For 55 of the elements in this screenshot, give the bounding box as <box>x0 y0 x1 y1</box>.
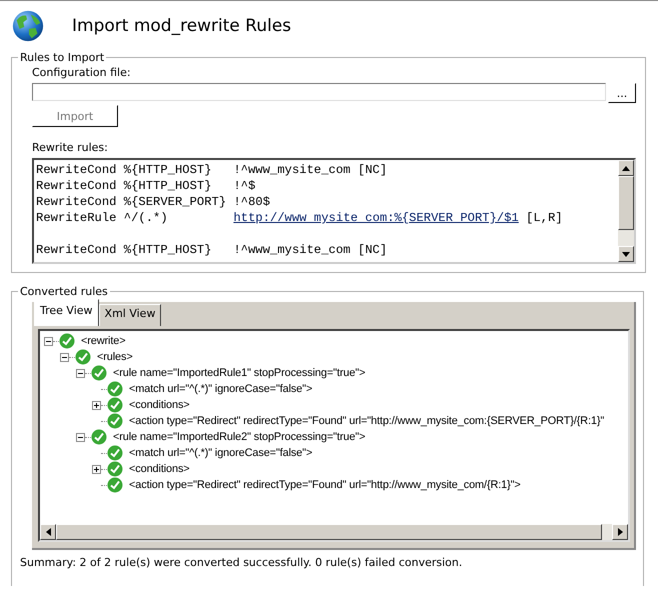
check-icon <box>59 333 75 349</box>
tree-item[interactable]: <action type="Redirect" redirectType="Found" url="http://www_mysite_com/{R:1}"> <box>129 479 521 491</box>
group-title: Converted rules <box>19 285 109 298</box>
code-text: RewriteCond %{HTTP_HOST} !^www_mysite_com [NC] <box>36 163 388 177</box>
collapse-icon[interactable] <box>76 432 85 442</box>
scroll-right-button[interactable] <box>612 524 628 540</box>
expand-icon[interactable] <box>92 400 101 410</box>
check-icon <box>75 349 91 365</box>
check-icon <box>91 429 107 445</box>
check-icon <box>107 381 123 397</box>
group-title: Rules to Import <box>19 51 106 64</box>
link[interactable]: http://www mysite com:%{SERVER PORT}/$1 <box>233 211 519 225</box>
code-text: RewriteRule ^/(.*) <box>36 211 169 225</box>
collapse-icon[interactable] <box>44 336 53 346</box>
globe-icon <box>11 9 45 43</box>
check-icon <box>107 397 123 413</box>
tree-item[interactable]: <conditions> <box>129 399 190 411</box>
left-arrow-icon <box>46 528 50 536</box>
summary-text: Summary: 2 of 2 rule(s) were converted successfully. 0 rule(s) failed conversion. <box>20 556 464 569</box>
check-icon <box>107 445 123 461</box>
code-text: [L,R] <box>525 211 563 225</box>
tree-item[interactable]: <action type="Redirect" redirectType="Found" url="http://www_mysite_com:{SERVER_PORT}/{R:1}" <box>129 415 604 427</box>
collapse-icon[interactable] <box>60 352 69 362</box>
window-title: Import mod_rewrite Rules <box>72 16 292 36</box>
text-area[interactable] <box>32 158 636 264</box>
scroll-left-button[interactable] <box>40 524 56 540</box>
right-arrow-icon <box>618 528 622 536</box>
scroll-up-button[interactable] <box>618 160 634 176</box>
field-label: Rewrite rules: <box>32 141 108 154</box>
check-icon <box>91 365 107 381</box>
code-text: RewriteCond %{SERVER_PORT} !^80$ <box>36 195 270 209</box>
check-icon <box>107 413 123 429</box>
code-text: RewriteCond %{HTTP_HOST} !^www_mysite_com [NC] <box>36 243 388 257</box>
tree-item[interactable]: <rewrite> <box>81 335 126 347</box>
tree-item[interactable]: <rule name="ImportedRule2" stopProcessing="true"> <box>113 431 366 443</box>
code-text: RewriteCond %{HTTP_HOST} !^$ <box>36 179 256 193</box>
browse-button[interactable]: ... <box>608 83 636 103</box>
tab[interactable]: Xml View <box>98 304 162 326</box>
check-icon <box>107 477 123 493</box>
scrollbar-thumb[interactable] <box>618 176 634 230</box>
tree-item[interactable]: <rule name="ImportedRule1" stopProcessing="true"> <box>113 367 366 379</box>
tab[interactable]: Tree View <box>34 299 99 326</box>
expand-icon[interactable] <box>92 464 101 474</box>
collapse-icon[interactable] <box>76 368 85 378</box>
input-field[interactable] <box>32 83 606 101</box>
up-arrow-icon <box>622 166 630 170</box>
tree-item[interactable]: <match url="^(.*)" ignoreCase="false"> <box>129 383 312 395</box>
down-arrow-icon <box>622 252 630 256</box>
tree-item[interactable]: <conditions> <box>129 463 190 475</box>
scrollbar-thumb[interactable] <box>56 524 602 540</box>
field-label: Configuration file: <box>32 66 131 79</box>
scroll-down-button[interactable] <box>618 246 634 262</box>
tree-item[interactable]: <rules> <box>97 351 133 363</box>
tree-item[interactable]: <match url="^(.*)" ignoreCase="false"> <box>129 447 312 459</box>
check-icon <box>107 461 123 477</box>
